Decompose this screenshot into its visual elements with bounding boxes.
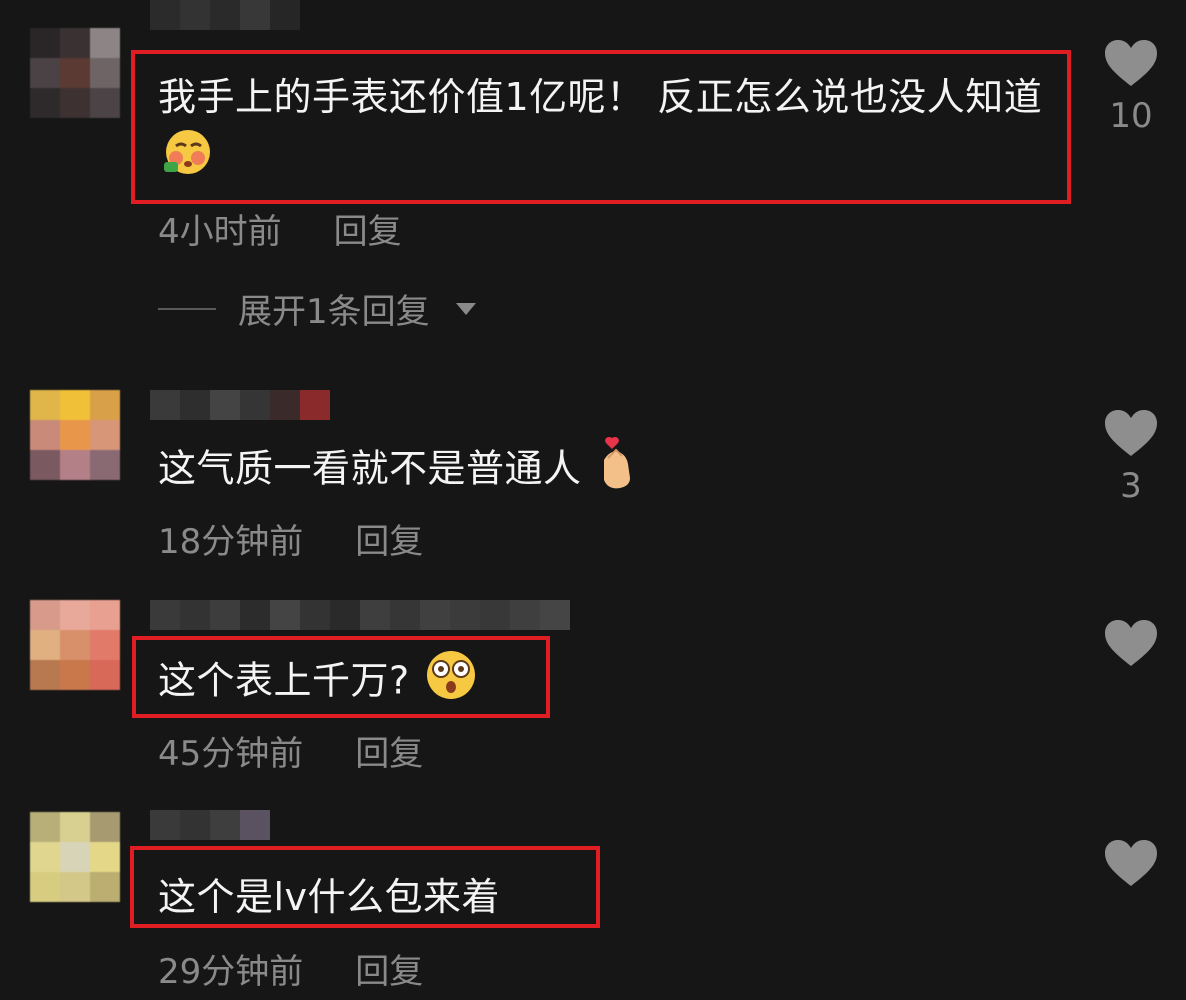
like-button[interactable]: 3 (1100, 408, 1162, 506)
avatar[interactable] (30, 28, 120, 118)
like-button[interactable] (1100, 618, 1162, 676)
username[interactable] (150, 0, 300, 30)
like-count: 10 (1109, 96, 1153, 136)
heart-icon (1105, 620, 1157, 666)
comment-meta: 45分钟前 回复 (158, 726, 423, 775)
reply-button[interactable]: 回复 (334, 204, 402, 253)
reply-button[interactable]: 回复 (355, 944, 423, 993)
username[interactable] (150, 390, 330, 420)
username[interactable] (150, 600, 570, 630)
comment-meta: 29分钟前 回复 (158, 944, 423, 993)
timestamp: 18分钟前 (158, 522, 304, 562)
reply-button[interactable]: 回复 (355, 726, 423, 775)
highlight-box (130, 846, 600, 928)
username[interactable] (150, 810, 270, 840)
timestamp: 29分钟前 (158, 952, 304, 992)
comment-meta: 18分钟前 回复 (158, 514, 423, 563)
timestamp: 4小时前 (158, 212, 282, 252)
highlight-box (132, 636, 550, 718)
heart-icon (1105, 40, 1157, 86)
avatar[interactable] (30, 600, 120, 690)
like-button[interactable]: 10 (1100, 38, 1162, 136)
avatar[interactable] (30, 390, 120, 480)
highlight-box (131, 50, 1071, 204)
finger-heart-emoji (594, 436, 638, 506)
avatar[interactable] (30, 812, 120, 902)
comment-meta: 4小时前 回复 (158, 204, 402, 253)
reply-button[interactable]: 回复 (355, 514, 423, 563)
timestamp: 45分钟前 (158, 734, 304, 774)
like-button[interactable] (1100, 838, 1162, 896)
comment-text: 这气质一看就不是普通人 (158, 436, 638, 506)
expand-replies-label: 展开1条回复 (238, 292, 430, 332)
expand-replies-button[interactable]: 展开1条回复 (158, 284, 476, 333)
divider-line (158, 307, 216, 310)
like-count: 3 (1120, 466, 1142, 506)
caret-down-icon (455, 302, 476, 315)
heart-icon (1105, 410, 1157, 456)
heart-icon (1105, 840, 1157, 886)
